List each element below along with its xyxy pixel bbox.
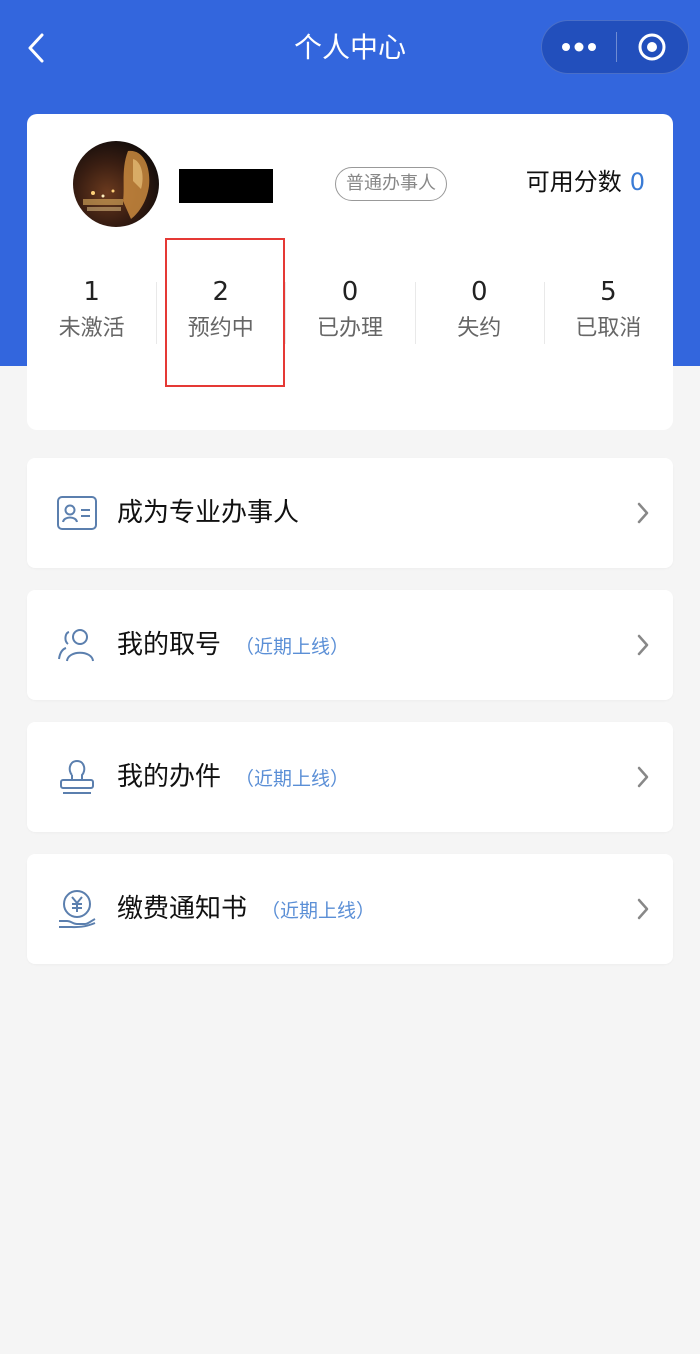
mini-program-capsule [541, 20, 689, 74]
target-icon [638, 33, 666, 61]
more-dots-icon [561, 42, 596, 52]
chevron-right-icon [637, 634, 649, 656]
menu-item-title: 成为专业办事人 [117, 498, 300, 528]
menu-item-label: 成为专业办事人 [117, 458, 299, 568]
coming-soon-note: （近期上线） [235, 768, 350, 790]
id-card-icon [57, 496, 97, 530]
stat-cancelled[interactable]: 5 已取消 [543, 274, 673, 348]
chevron-right-icon [637, 502, 649, 524]
users-icon [58, 629, 94, 662]
stat-value: 5 [600, 277, 617, 307]
stat-value: 0 [341, 277, 359, 307]
highlight-annotation-box [165, 238, 285, 387]
close-program-button[interactable] [617, 20, 689, 74]
menu-item-label: 我的取号 （近期上线） [117, 590, 349, 700]
stat-label: 已办理 [317, 316, 384, 341]
menu-item-payment-notice[interactable]: 缴费通知书 （近期上线） [27, 854, 673, 964]
menu-item-title: 我的办件 [117, 762, 222, 792]
stat-inactive[interactable]: 1 未激活 [27, 274, 156, 348]
profile-card: 普通办事人 可用分数 0 1 未激活 2 预约中 0 已办理 0 失约 5 已取消 [27, 114, 673, 430]
stat-value: 1 [83, 277, 100, 307]
stat-label: 失约 [457, 316, 502, 341]
stat-missed[interactable]: 0 失约 [414, 274, 544, 348]
coming-soon-note: （近期上线） [235, 636, 350, 658]
more-button[interactable] [542, 20, 616, 74]
stat-label: 已取消 [575, 316, 642, 341]
menu-item-title: 我的取号 [117, 630, 222, 660]
menu-item-my-queue-number[interactable]: 我的取号 （近期上线） [27, 590, 673, 700]
yuan-hand-icon [59, 890, 96, 929]
avatar[interactable] [73, 141, 159, 227]
stat-handled[interactable]: 0 已办理 [285, 274, 414, 348]
chevron-right-icon [637, 898, 649, 920]
role-badge: 普通办事人 [335, 167, 447, 201]
chevron-right-icon [637, 766, 649, 788]
points-value: 0 [629, 168, 645, 196]
username-redacted [179, 169, 273, 203]
menu-item-label: 缴费通知书 （近期上线） [117, 854, 375, 964]
coming-soon-note: （近期上线） [261, 900, 376, 922]
available-points: 可用分数 0 [526, 164, 645, 200]
stat-label: 未激活 [58, 316, 125, 341]
stamp-icon [60, 759, 94, 794]
stat-value: 0 [470, 277, 488, 307]
appointment-stats: 1 未激活 2 预约中 0 已办理 0 失约 5 已取消 [27, 274, 673, 348]
points-label: 可用分数 [525, 168, 622, 196]
menu-item-my-cases[interactable]: 我的办件 （近期上线） [27, 722, 673, 832]
menu-item-become-professional[interactable]: 成为专业办事人 [27, 458, 673, 568]
menu-item-title: 缴费通知书 [117, 894, 248, 924]
menu-item-label: 我的办件 （近期上线） [117, 722, 349, 832]
